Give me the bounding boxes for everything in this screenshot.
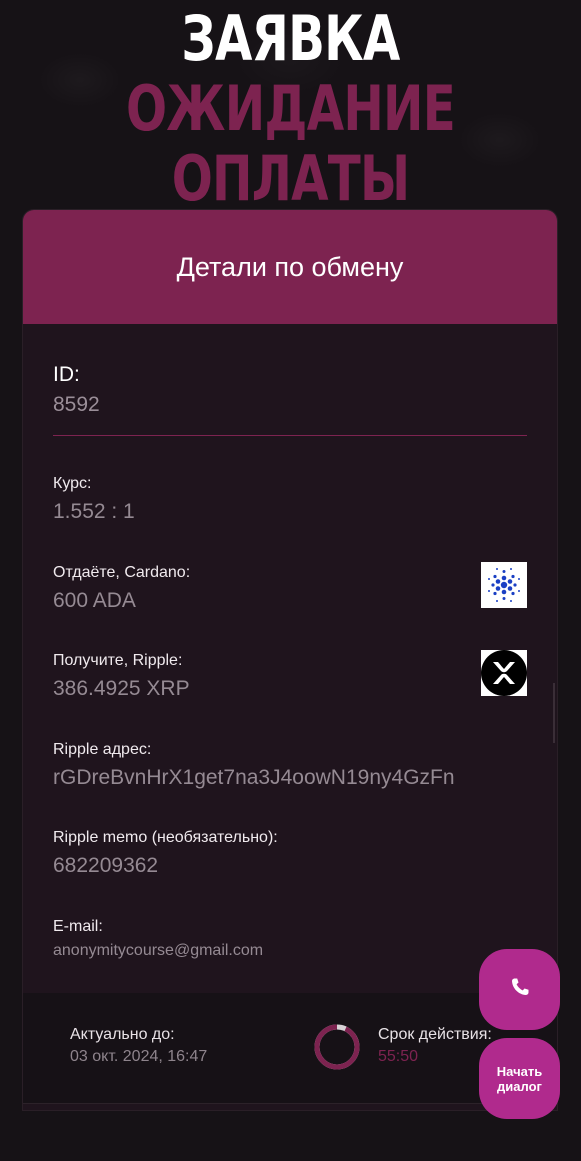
address-field: Ripple адрес: rGDreBvnHrX1get7na3J4oowN1… xyxy=(53,741,455,790)
page-title: ЗАЯВКА ОЖИДАНИЕ ОПЛАТЫ xyxy=(64,4,517,214)
valid-until-label: Актуально до: xyxy=(70,1026,175,1043)
order-id-section: ID: 8592 xyxy=(53,363,100,417)
card-header: Детали по обмену xyxy=(23,210,557,324)
give-label: Отдаёте, Cardano: xyxy=(53,564,191,581)
call-button[interactable] xyxy=(479,949,560,1030)
divider xyxy=(53,435,527,436)
start-chat-button[interactable]: Начать диалог xyxy=(479,1038,560,1119)
rate-value: 1.552 : 1 xyxy=(53,500,135,523)
chat-label-line2: диалог xyxy=(497,1078,542,1094)
timer-ring xyxy=(314,1024,360,1070)
give-value: 600 ADA xyxy=(53,589,136,612)
address-label: Ripple адрес: xyxy=(53,741,152,758)
email-label: E-mail: xyxy=(53,918,103,935)
address-value[interactable]: rGDreBvnHrX1get7na3J4oowN19ny4GzFn xyxy=(53,766,455,790)
exchange-details-card: Детали по обмену ID: 8592 Курс: 1.552 : … xyxy=(22,209,558,1111)
card-footer: Актуально до: 03 окт. 2024, 16:47 Срок д… xyxy=(23,993,557,1104)
receive-field: Получите, Ripple: 386.4925 XRP xyxy=(53,652,190,701)
scrollbar[interactable] xyxy=(553,683,555,743)
rate-field: Курс: 1.552 : 1 xyxy=(53,475,135,524)
id-value: 8592 xyxy=(53,393,100,416)
phone-icon xyxy=(508,975,532,1004)
title-word-1: ЗАЯВКА xyxy=(181,2,400,75)
memo-label: Ripple memo (необязательно): xyxy=(53,829,278,846)
title-word-3: ОПЛАТЫ xyxy=(171,142,410,215)
give-field: Отдаёте, Cardano: 600 ADA xyxy=(53,564,190,613)
cardano-icon xyxy=(481,562,527,608)
receive-label: Получите, Ripple: xyxy=(53,652,183,669)
email-value: anonymitycourse@gmail.com xyxy=(53,942,264,959)
term-label: Срок действия: xyxy=(378,1026,492,1043)
memo-value[interactable]: 682209362 xyxy=(53,854,278,878)
email-field: E-mail: anonymitycourse@gmail.com xyxy=(53,918,263,960)
term-value: 55:50 xyxy=(378,1048,419,1065)
memo-field: Ripple memo (необязательно): 682209362 xyxy=(53,829,278,878)
receive-value: 386.4925 XRP xyxy=(53,677,190,700)
chat-label-line1: Начать xyxy=(496,1063,543,1079)
ripple-icon xyxy=(481,650,527,696)
term: Срок действия: 55:50 xyxy=(378,1026,492,1066)
valid-until-value: 03 окт. 2024, 16:47 xyxy=(70,1048,208,1065)
title-word-2: ОЖИДАНИЕ xyxy=(125,72,456,145)
timer-progress-arc xyxy=(314,1024,360,1070)
id-label: ID: xyxy=(53,363,80,386)
valid-until: Актуально до: 03 окт. 2024, 16:47 xyxy=(70,1026,207,1066)
rate-label: Курс: xyxy=(53,475,92,492)
